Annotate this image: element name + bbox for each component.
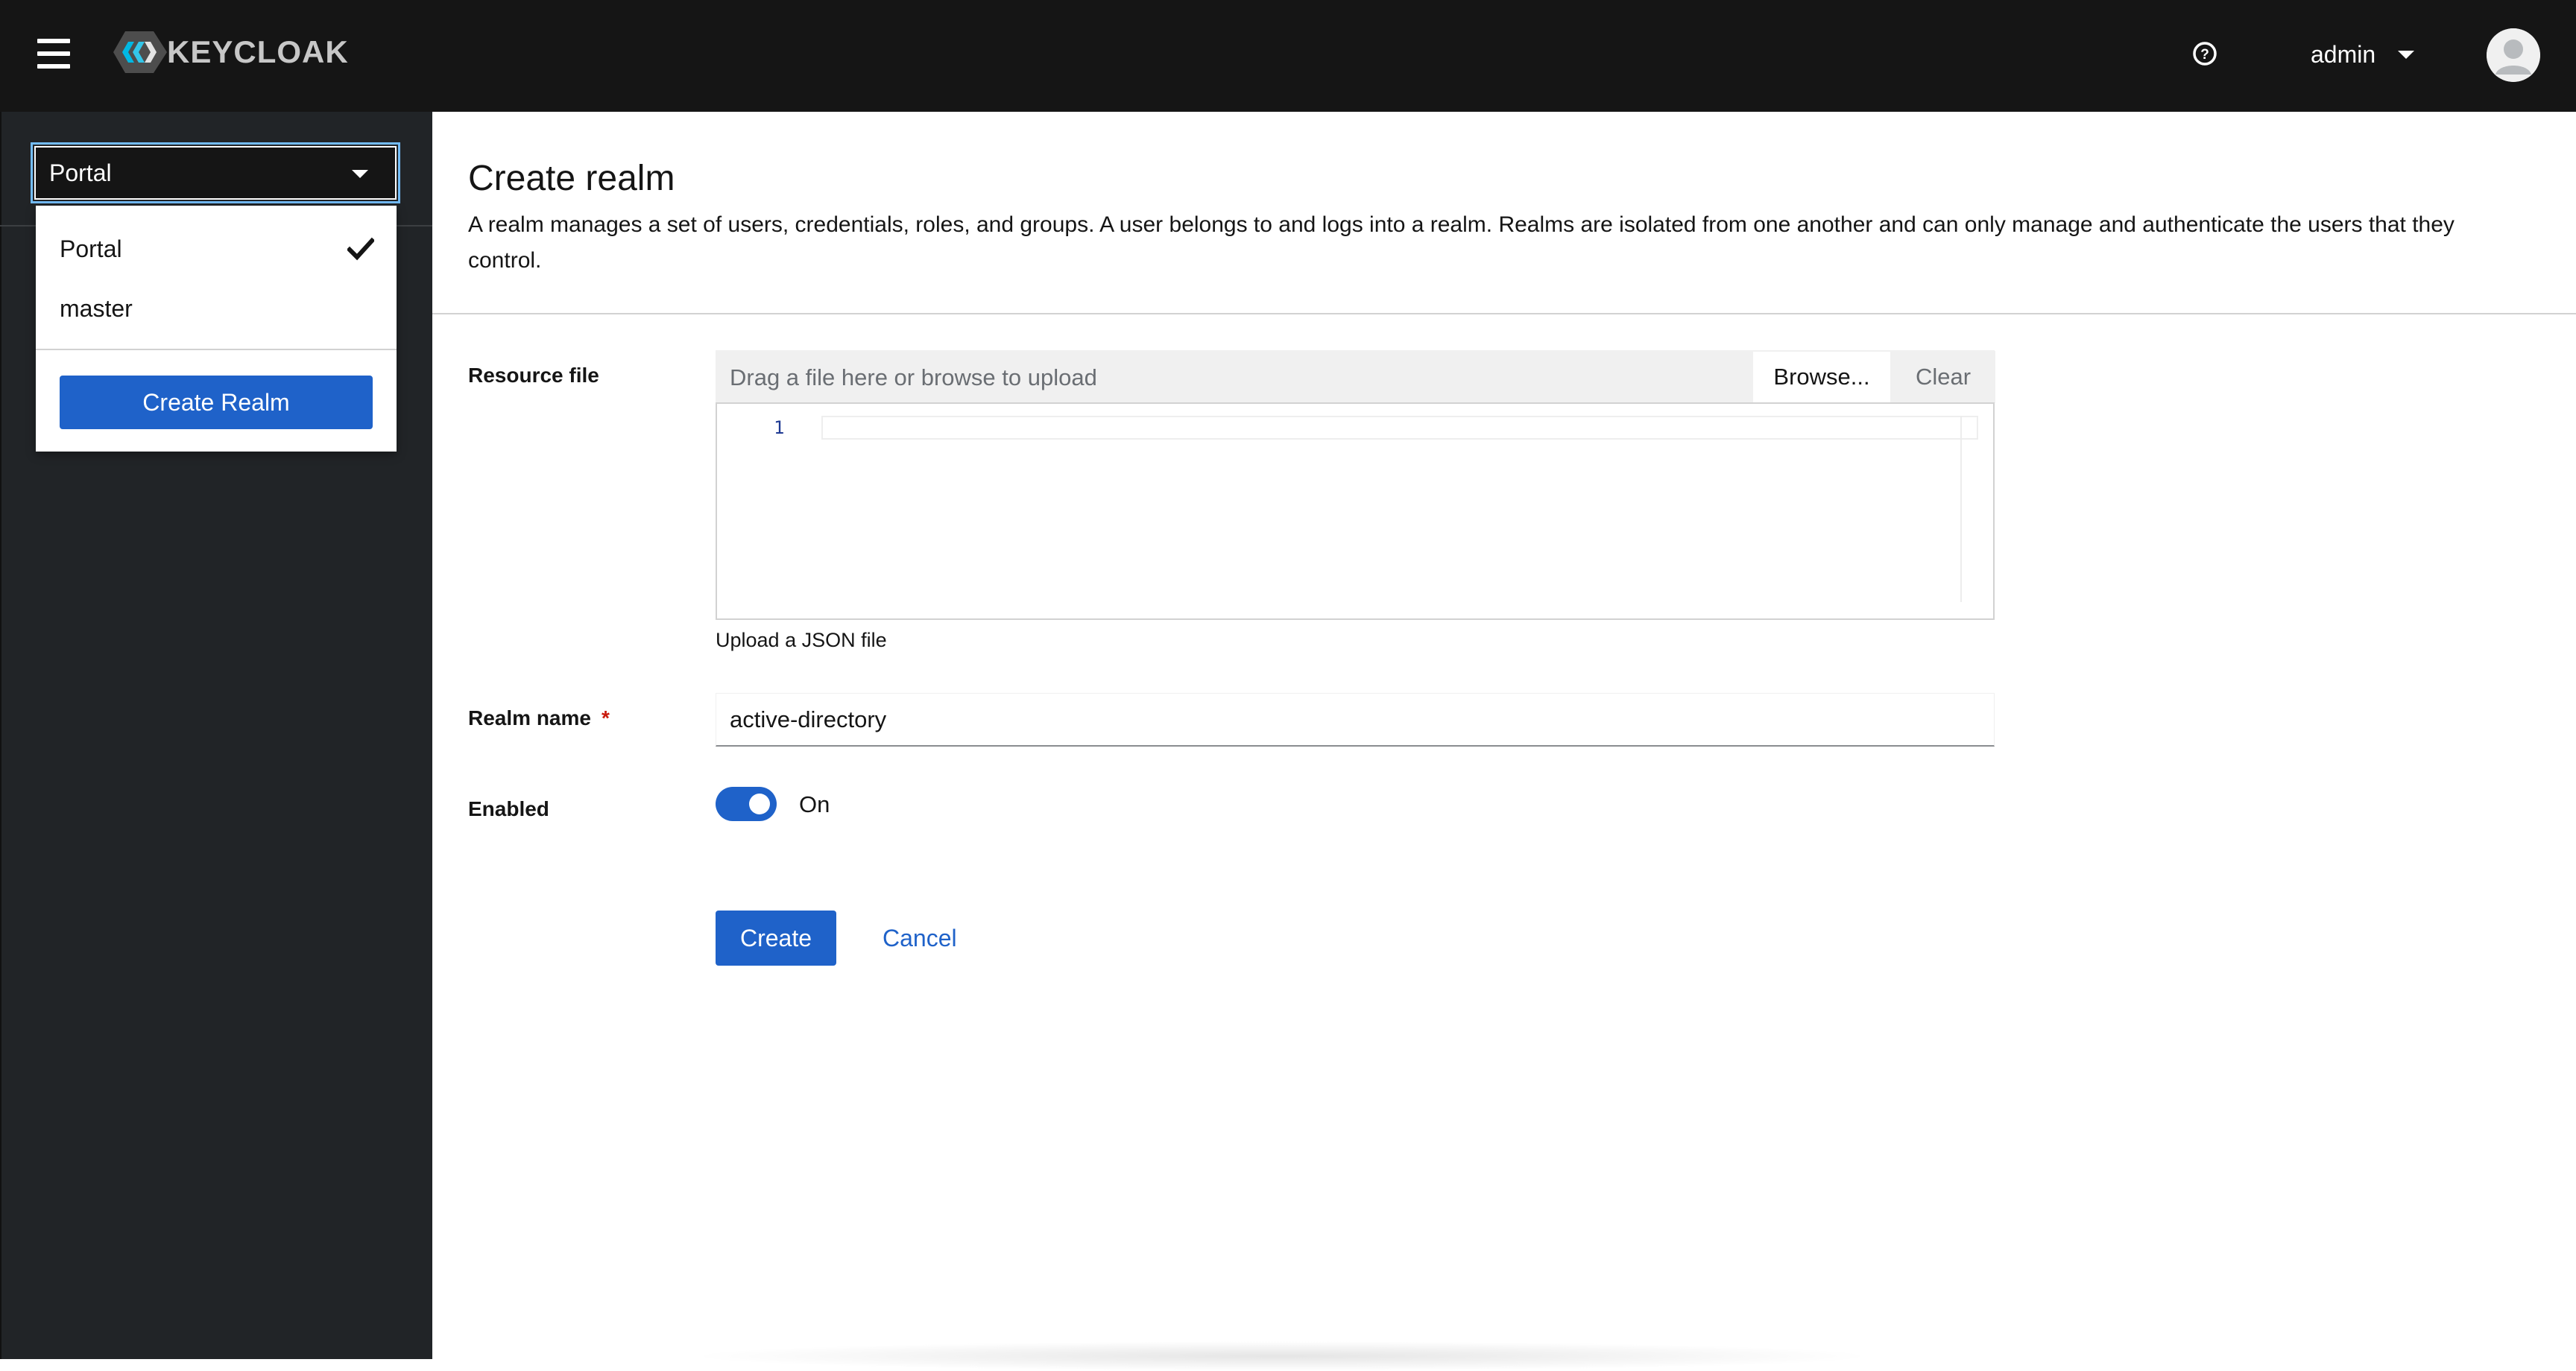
- resource-file-helper-text: Upload a JSON file: [716, 629, 887, 651]
- switch-knob: [749, 794, 770, 814]
- realm-selector-toggle[interactable]: Portal: [31, 142, 400, 203]
- menu-divider: [36, 349, 397, 350]
- realm-name-input[interactable]: [716, 693, 1995, 747]
- editor-line-number: 1: [774, 417, 785, 438]
- check-icon: [347, 237, 374, 261]
- browse-button[interactable]: Browse...: [1752, 351, 1891, 403]
- realm-option-master[interactable]: master: [36, 279, 397, 338]
- resource-file-label: Resource file: [468, 364, 599, 387]
- page-header: Create realm A realm manages a set of us…: [432, 112, 2576, 314]
- caret-down-icon: [352, 170, 368, 178]
- logo-text: KEYCLOAK: [167, 34, 349, 69]
- page-title: Create realm: [468, 159, 675, 198]
- help-circle-icon[interactable]: ?: [2191, 40, 2218, 67]
- realm-option-label: master: [60, 294, 133, 322]
- editor-current-line[interactable]: [821, 416, 1978, 440]
- realm-option-label: Portal: [60, 235, 122, 262]
- realm-option-portal[interactable]: Portal: [36, 219, 397, 279]
- realm-name-label: Realm name *: [468, 706, 610, 730]
- main-content: Create realm A realm manages a set of us…: [432, 112, 2576, 1371]
- clear-button[interactable]: Clear: [1891, 351, 1995, 403]
- enabled-switch-state: On: [799, 791, 830, 817]
- realm-selector-menu: Portal master Create Realm: [36, 206, 397, 452]
- realm-selector-value: Portal: [49, 159, 112, 186]
- create-button[interactable]: Create: [716, 911, 836, 966]
- enabled-switch[interactable]: [716, 787, 777, 821]
- file-upload-placeholder: Drag a file here or browse to upload: [730, 364, 1097, 390]
- editor-scrollbar[interactable]: [1960, 416, 1962, 602]
- cancel-link[interactable]: Cancel: [883, 911, 957, 966]
- keycloak-logo-icon: [113, 31, 167, 73]
- required-indicator: *: [601, 706, 610, 729]
- page-description: A realm manages a set of users, credenti…: [468, 212, 2455, 273]
- enabled-label: Enabled: [468, 797, 549, 820]
- file-upload-bar[interactable]: Drag a file here or browse to upload Bro…: [716, 350, 1995, 403]
- hamburger-menu-icon[interactable]: [37, 39, 70, 69]
- user-name: admin: [2311, 40, 2376, 68]
- json-code-editor[interactable]: 1: [716, 402, 1995, 620]
- svg-text:?: ?: [2200, 47, 2209, 63]
- caret-down-icon: [2398, 50, 2415, 59]
- user-avatar-icon[interactable]: [2487, 28, 2540, 82]
- keycloak-logo[interactable]: KEYCLOAK: [112, 28, 349, 76]
- masthead: KEYCLOAK ? admin: [0, 0, 2576, 112]
- user-dropdown-toggle[interactable]: admin: [2311, 36, 2415, 73]
- realm-name-label-text: Realm name: [468, 706, 591, 729]
- bottom-shadow: [686, 1341, 1878, 1371]
- create-realm-button[interactable]: Create Realm: [60, 376, 373, 429]
